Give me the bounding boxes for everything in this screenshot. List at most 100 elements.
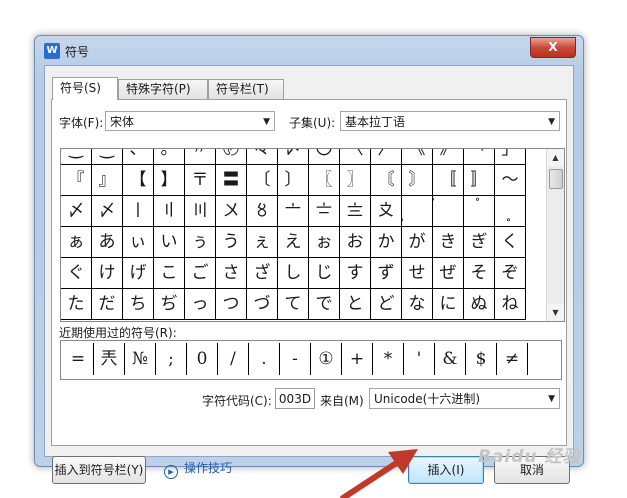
symbol-cell[interactable]: せ [402,258,433,289]
symbol-cell[interactable]: づ [247,289,278,320]
symbol-cell[interactable]: ぃ [123,227,154,258]
symbol-cell[interactable]: す [340,258,371,289]
symbol-cell[interactable]: ぐ [61,258,92,289]
symbol-cell[interactable]: 〧 [309,196,340,227]
font-select[interactable]: 宋体 ▼ [105,111,275,131]
symbol-cell[interactable]: 〢 [154,196,185,227]
symbol-cell[interactable]: ぎ [464,227,495,258]
symbol-cell[interactable]: ご [185,258,216,289]
symbol-cell[interactable]: そ [464,258,495,289]
symbol-cell[interactable]: な [402,289,433,320]
symbol-cell[interactable]: こ [154,258,185,289]
symbol-cell[interactable]: た [61,289,92,320]
symbol-cell[interactable]: 〒 [185,165,216,196]
symbol-cell[interactable]: 〔 [247,165,278,196]
symbol-cell[interactable]: 〩 [371,196,402,227]
insert-to-symbol-bar-button[interactable]: 插入到符号栏(Y) [52,456,146,484]
symbol-cell[interactable]: 〙 [402,165,433,196]
symbol-cell[interactable]: 《 [402,149,433,165]
symbol-cell[interactable]: 〤 [216,196,247,227]
symbol-cell[interactable]: じ [309,258,340,289]
tab-special-characters[interactable]: 特殊字符(P) [118,79,208,99]
symbol-cell[interactable]: に [433,289,464,320]
symbol-cell[interactable]: 「 [464,149,495,165]
symbol-cell[interactable]: と [340,289,371,320]
symbol-cell[interactable]: ず [371,258,402,289]
symbol-cell[interactable]: お [340,227,371,258]
recent-symbol-cell[interactable]: + [342,343,373,375]
recent-symbol-cell[interactable]: / [218,343,249,375]
symbol-cell[interactable]: だ [92,289,123,320]
symbol-cell[interactable]: い [154,227,185,258]
symbol-cell[interactable]: 〨 [340,196,371,227]
symbol-cell[interactable]: 〫 [433,196,464,227]
recent-symbol-cell[interactable]: * [373,343,404,375]
symbol-cell[interactable]: ⁐ [61,149,92,165]
scroll-down-icon[interactable]: ▼ [547,304,564,321]
recent-symbol-cell[interactable]: ; [156,343,187,375]
from-select[interactable]: Unicode(十六进制) ▼ [369,388,560,409]
recent-symbol-cell[interactable]: = [63,343,94,375]
symbol-cell[interactable]: 〡 [123,196,154,227]
symbol-cell[interactable]: 々 [247,149,278,165]
insert-button[interactable]: 插入(I) [408,456,484,484]
symbol-cell[interactable]: 〇 [309,149,340,165]
symbol-cell[interactable]: 〣 [185,196,216,227]
symbol-cell[interactable]: え [278,227,309,258]
symbol-cell[interactable]: 〆 [92,196,123,227]
symbol-cell[interactable]: 〬 [464,196,495,227]
symbol-cell[interactable]: ぜ [433,258,464,289]
symbol-cell[interactable]: 〦 [278,196,309,227]
symbol-cell[interactable]: け [92,258,123,289]
symbol-cell[interactable]: 【 [123,165,154,196]
recent-symbol-cell[interactable]: 0 [187,343,218,375]
scroll-up-icon[interactable]: ▲ [547,149,564,166]
symbol-cell[interactable]: ⁐ [92,149,123,165]
symbol-cell[interactable]: ち [123,289,154,320]
symbol-cell[interactable]: し [278,258,309,289]
symbol-cell[interactable]: 〃 [185,149,216,165]
symbol-cell[interactable]: ぢ [154,289,185,320]
recent-symbol-cell[interactable]: ' [404,343,435,375]
close-button[interactable]: X [530,37,576,58]
symbol-cell[interactable]: っ [185,289,216,320]
vertical-scrollbar[interactable]: ▲ ▼ [546,149,564,321]
symbol-cell[interactable]: さ [216,258,247,289]
symbol-cell[interactable]: ぁ [61,227,92,258]
symbol-cell[interactable]: 〉 [371,149,402,165]
symbol-cell[interactable]: ぉ [309,227,340,258]
symbol-cell[interactable]: 『 [61,165,92,196]
tab-symbols[interactable]: 符号(S) [52,77,118,100]
symbol-cell[interactable]: 〆 [278,149,309,165]
tips-link[interactable]: ▶ 操作技巧 [164,459,232,479]
recent-symbol-cell[interactable]: - [280,343,311,375]
recent-symbol-cell[interactable]: ① [311,343,342,375]
symbol-cell[interactable]: 〜 [495,165,526,196]
tab-symbol-bar[interactable]: 符号栏(T) [208,79,284,99]
symbol-cell[interactable]: が [402,227,433,258]
symbol-cell[interactable]: き [433,227,464,258]
symbol-cell[interactable]: く [495,227,526,258]
symbol-cell[interactable]: 。 [154,149,185,165]
symbol-cell[interactable]: 〕 [278,165,309,196]
recent-symbol-cell[interactable]: . [249,343,280,375]
symbol-cell[interactable]: 〘 [371,165,402,196]
symbol-cell[interactable]: げ [123,258,154,289]
title-bar[interactable]: W 符号 X [35,36,583,64]
symbol-cell[interactable]: 』 [92,165,123,196]
symbol-cell[interactable]: あ [92,227,123,258]
scroll-thumb[interactable] [549,169,563,189]
symbol-cell[interactable]: 〄 [216,149,247,165]
recent-symbol-cell[interactable]: 兲 [94,343,125,375]
symbol-cell[interactable]: 〗 [340,165,371,196]
symbol-cell[interactable]: 〆 [61,196,92,227]
symbol-cell[interactable]: つ [216,289,247,320]
symbol-cell[interactable]: 〪 [402,196,433,227]
symbol-cell[interactable]: ぇ [247,227,278,258]
symbol-cell[interactable]: か [371,227,402,258]
symbol-cell[interactable]: 、 [123,149,154,165]
symbol-cell[interactable]: 〚 [433,165,464,196]
symbol-cell[interactable]: 》 [433,149,464,165]
symbol-cell[interactable]: 】 [154,165,185,196]
symbol-cell[interactable]: う [216,227,247,258]
